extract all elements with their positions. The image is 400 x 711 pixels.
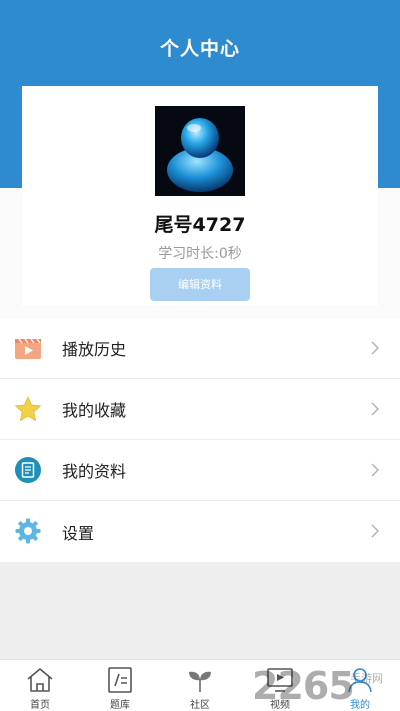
page-title: 个人中心 — [159, 38, 240, 60]
play-history-icon — [15, 338, 41, 359]
watermark-subtext: 手游网 — [350, 672, 383, 685]
menu-item-label: 我的资料 — [62, 462, 127, 481]
menu-item-label: 设置 — [62, 523, 95, 543]
menu-item-favorites[interactable]: 我的收藏 — [0, 379, 400, 440]
menu-item-play-history[interactable]: 播放历史 — [0, 318, 400, 379]
menu-item-label: 播放历史 — [62, 340, 127, 359]
menu-item-label: 我的收藏 — [62, 401, 127, 420]
site-watermark: 2265 手游网 — [252, 660, 400, 711]
chevron-right-icon — [371, 402, 380, 416]
gear-icon — [15, 518, 41, 544]
star-icon — [14, 396, 42, 422]
sprout-icon — [189, 671, 211, 692]
username: 尾号4727 — [154, 214, 246, 236]
tab-label: 题库 — [110, 700, 130, 711]
tab-label: 首页 — [30, 700, 50, 711]
chevron-right-icon — [371, 341, 380, 355]
menu-list: 播放历史 我的收藏 我的资料 设置 — [0, 318, 400, 562]
tab-question-bank[interactable]: 题库 — [80, 660, 160, 711]
menu-item-my-profile[interactable]: 我的资料 — [0, 440, 400, 501]
chevron-right-icon — [371, 463, 380, 477]
avatar[interactable] — [155, 106, 245, 196]
tab-label: 社区 — [190, 700, 210, 711]
document-icon — [15, 457, 41, 483]
tab-home[interactable]: 首页 — [0, 660, 80, 711]
chevron-right-icon — [371, 524, 380, 538]
watermark-text: 2265 — [252, 664, 355, 708]
edit-profile-button[interactable]: 编辑资料 — [150, 268, 250, 301]
study-time: 学习时长:0秒 — [158, 246, 242, 262]
user-avatar-icon — [167, 118, 233, 192]
menu-item-settings[interactable]: 设置 — [0, 501, 400, 562]
home-icon — [27, 668, 53, 692]
tab-community[interactable]: 社区 — [160, 660, 240, 711]
question-bank-icon — [108, 667, 132, 693]
